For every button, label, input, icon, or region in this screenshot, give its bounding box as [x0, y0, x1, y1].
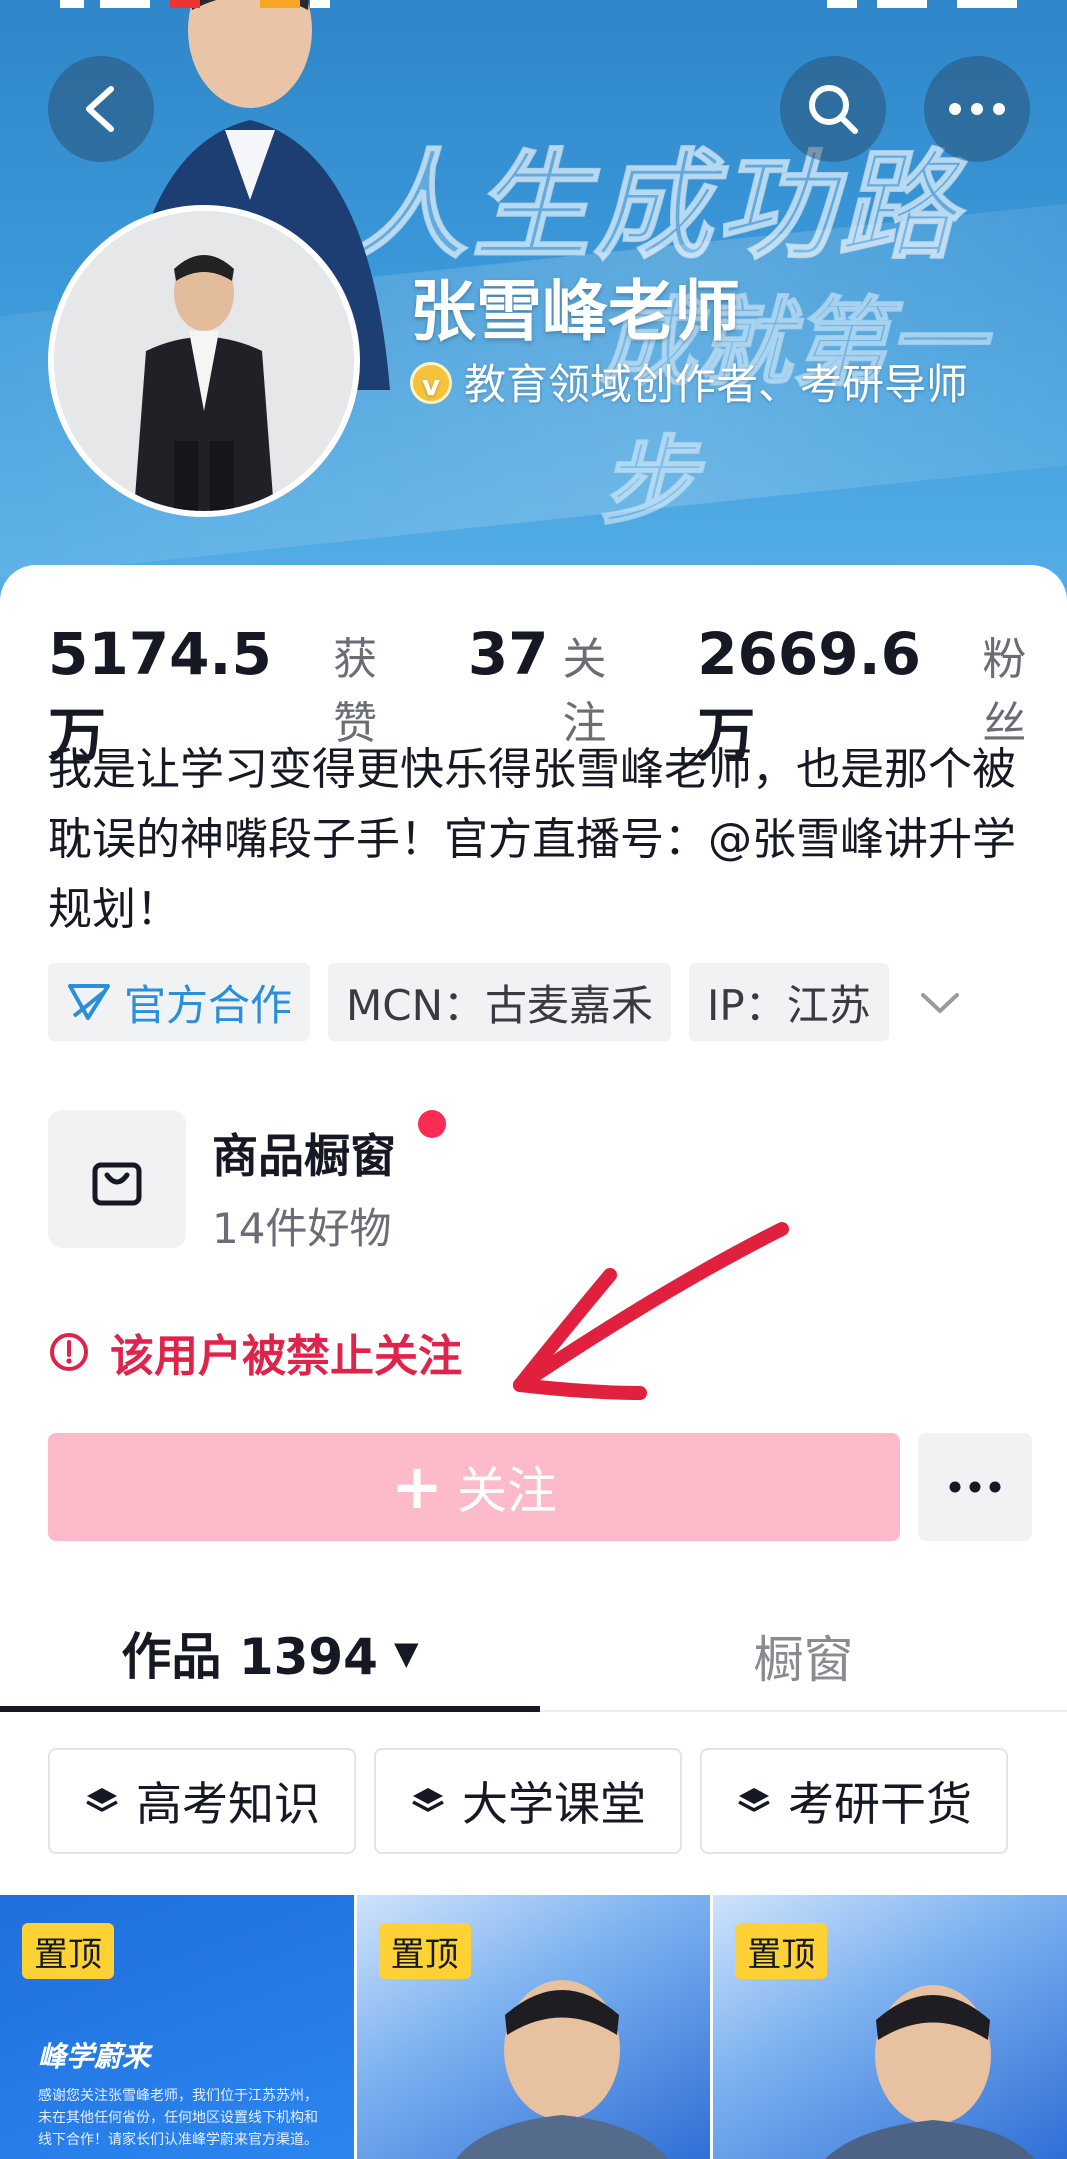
tag-row: 官方合作 MCN：古麦嘉禾 IP：江苏 — [48, 963, 965, 1041]
layers-icon — [738, 1788, 770, 1812]
video-thumbnail[interactable]: 置顶 — [356, 1895, 711, 2159]
video-thumbnail[interactable]: 置顶 峰学蔚来 感谢您关注张雪峰老师，我们位于江苏苏州，未在其他任何省份，任何地… — [0, 1895, 354, 2159]
collection-chip[interactable]: 高考知识 — [48, 1748, 356, 1854]
collection-chip[interactable]: 大学课堂 — [374, 1748, 682, 1854]
status-bar — [0, 0, 1067, 14]
avatar[interactable] — [48, 205, 360, 517]
following-count[interactable]: 37 — [468, 620, 549, 688]
shop-icon-box — [48, 1110, 186, 1248]
collection-label: 考研干货 — [788, 1777, 972, 1831]
thumbnail-logo-text: 峰学蔚来 — [38, 2040, 151, 2073]
search-button[interactable] — [780, 56, 886, 162]
annotation-arrow — [513, 1222, 789, 1400]
follow-ban-notice: 该用户被禁止关注 — [48, 1320, 462, 1384]
follow-button[interactable]: + 关注 — [48, 1433, 900, 1541]
status-icons-right — [827, 0, 1017, 8]
thumbnail-person-image — [455, 1980, 668, 2159]
more-dots-icon — [949, 1481, 1001, 1493]
tab-works[interactable]: 作品 1394 ▼ — [0, 1600, 540, 1712]
collection-label: 大学课堂 — [462, 1777, 646, 1831]
tab-works-label: 作品 1394 — [121, 1628, 378, 1686]
profile-card: 5174.5万 获赞 37 关注 2669.6万 粉丝 我是让学习变得更快乐得张… — [0, 565, 1067, 2159]
layers-icon — [412, 1788, 444, 1812]
tab-shop-window[interactable]: 橱窗 — [540, 1600, 1067, 1712]
verification-text: 教育领域创作者、考研导师 — [464, 360, 969, 409]
profile-banner: 人生成功路 成就第一步 张雪峰老师 v 教育领域创作者、考研导师 — [0, 0, 1067, 600]
profile-name: 张雪峰老师 — [410, 273, 740, 350]
verified-v-icon: v — [410, 362, 452, 404]
caret-down-icon: ▼ — [393, 1634, 419, 1672]
follow-ban-text: 该用户被禁止关注 — [110, 1331, 462, 1382]
more-dots-icon — [949, 103, 1005, 115]
thumbnail-note: 感谢您关注张雪峰老师，我们位于江苏苏州，未在其他任何省份，任何地区设置线下机构和… — [38, 2088, 318, 2148]
mcn-tag[interactable]: MCN：古麦嘉禾 — [328, 963, 671, 1041]
avatar-person-image — [54, 211, 354, 511]
profile-bio: 我是让学习变得更快乐得张雪峰老师，也是那个被耽误的神嘴段子手！官方直播号：@张雪… — [48, 744, 1016, 935]
shop-item-count: 14件好物 — [212, 1204, 392, 1253]
likes-label: 获赞 — [333, 634, 378, 749]
official-cooperation-icon — [68, 984, 110, 1020]
notification-dot — [418, 1110, 446, 1138]
collection-chips: 高考知识 大学课堂 考研干货 — [48, 1748, 1026, 1854]
pinned-badge: 置顶 — [22, 1923, 114, 1979]
official-cooperation-tag[interactable]: 官方合作 — [48, 963, 311, 1041]
profile-tabs: 作品 1394 ▼ 橱窗 — [0, 1600, 1067, 1712]
back-button[interactable] — [48, 56, 154, 162]
more-options-button[interactable] — [924, 56, 1030, 162]
plus-icon: + — [391, 1450, 443, 1523]
verification-info: v 教育领域创作者、考研导师 — [410, 355, 1030, 415]
shop-title: 商品橱窗 — [212, 1129, 396, 1183]
follow-button-label: 关注 — [456, 1462, 557, 1520]
search-icon — [809, 85, 858, 134]
pinned-badge: 置顶 — [735, 1923, 828, 1979]
followers-label[interactable]: 粉丝 — [982, 623, 1067, 751]
collection-label: 高考知识 — [136, 1777, 320, 1831]
status-icons-left — [60, 0, 330, 8]
chevron-down-icon[interactable] — [915, 977, 965, 1027]
video-grid: 置顶 峰学蔚来 感谢您关注张雪峰老师，我们位于江苏苏州，未在其他任何省份，任何地… — [0, 1895, 1067, 2159]
thumbnail-person-image — [825, 1985, 1035, 2159]
ip-location-tag[interactable]: IP：江苏 — [689, 963, 889, 1041]
pinned-badge: 置顶 — [378, 1923, 471, 1979]
collection-chip[interactable]: 考研干货 — [700, 1748, 1008, 1854]
back-arrow-icon — [86, 86, 114, 132]
shopping-bag-icon — [92, 1162, 142, 1206]
following-label[interactable]: 关注 — [563, 623, 648, 751]
official-cooperation-label: 官方合作 — [124, 980, 293, 1030]
follow-more-button[interactable] — [918, 1433, 1032, 1541]
video-thumbnail[interactable]: 置顶 — [713, 1895, 1067, 2159]
warning-circle-icon — [50, 1333, 88, 1371]
layers-icon — [86, 1788, 118, 1812]
